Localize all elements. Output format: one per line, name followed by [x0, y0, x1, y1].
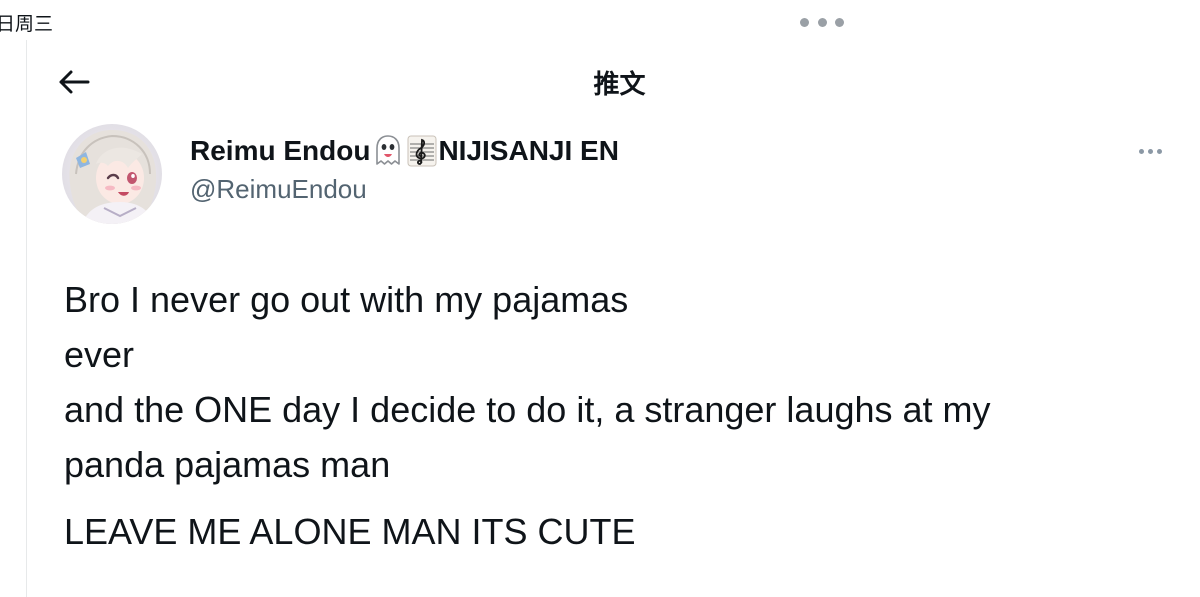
treble-clef-icon	[407, 134, 437, 168]
tweet-line: LEAVE ME ALONE MAN ITS CUTE	[64, 511, 636, 552]
display-name-suffix: NIJISANJI EN	[438, 135, 619, 166]
status-bar: 日周三	[0, 0, 1200, 40]
avatar[interactable]	[62, 124, 162, 224]
avatar-image	[62, 124, 162, 224]
tweet-author: Reimu Endou NIJISANJI EN @ReimuEndou	[62, 124, 1172, 228]
tweet-body: Bro I never go out with my pajamas ever …	[64, 272, 1174, 559]
tweet-line: and the ONE day I decide to do it, a str…	[64, 389, 991, 430]
author-handle[interactable]: @ReimuEndou	[190, 174, 367, 205]
tweet-line: Bro I never go out with my pajamas	[64, 279, 629, 320]
status-date: 日周三	[0, 13, 54, 35]
display-name-text: Reimu Endou	[190, 135, 371, 166]
multitasking-dots-icon[interactable]	[800, 13, 844, 31]
more-options-button[interactable]	[1130, 140, 1170, 162]
tweet-line: panda pajamas man	[64, 444, 391, 485]
page-title: 推文	[593, 70, 646, 100]
tweet-line: ever	[64, 334, 135, 375]
author-display-name[interactable]: Reimu Endou NIJISANJI EN	[190, 134, 619, 168]
tweet-header: 推文	[27, 50, 1200, 112]
ghost-icon	[371, 134, 405, 168]
column-divider	[26, 40, 27, 597]
